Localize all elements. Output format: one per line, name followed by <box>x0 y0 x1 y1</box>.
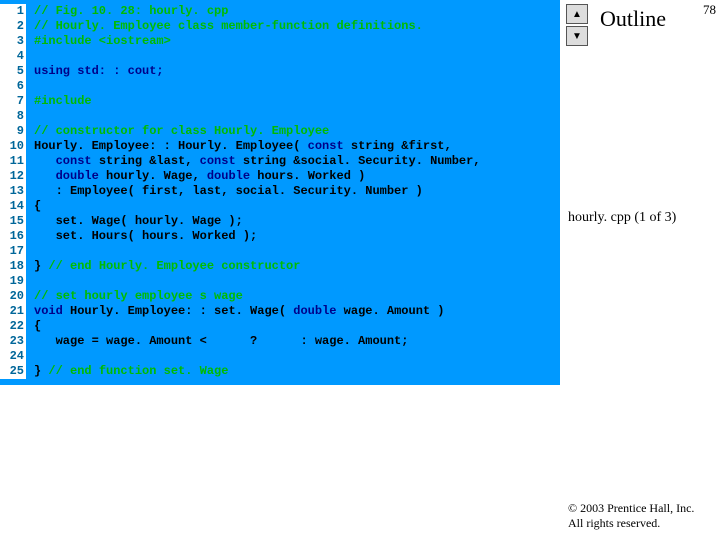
line-number: 22 <box>0 319 26 334</box>
copyright-line1: © 2003 Prentice Hall, Inc. <box>568 501 718 515</box>
code-content: wage = wage. Amount < ? : wage. Amount; <box>26 334 560 349</box>
code-line: 14{ <box>0 199 560 214</box>
outline-title: Outline <box>600 6 666 32</box>
code-content: // constructor for class Hourly. Employe… <box>26 124 560 139</box>
code-line: 3#include <iostream> <box>0 34 560 49</box>
code-content: // set hourly employee s wage <box>26 289 560 304</box>
line-number: 20 <box>0 289 26 304</box>
code-content: const string &last, const string &social… <box>26 154 560 169</box>
code-content: set. Wage( hourly. Wage ); <box>26 214 560 229</box>
line-number: 23 <box>0 334 26 349</box>
line-number: 11 <box>0 154 26 169</box>
code-line: 13 : Employee( first, last, social. Secu… <box>0 184 560 199</box>
code-content: Hourly. Employee: : Hourly. Employee( co… <box>26 139 560 154</box>
line-number: 19 <box>0 274 26 289</box>
line-number: 8 <box>0 109 26 124</box>
line-number: 6 <box>0 79 26 94</box>
line-number: 24 <box>0 349 26 364</box>
code-line: 20// set hourly employee s wage <box>0 289 560 304</box>
code-line: 25} // end function set. Wage <box>0 364 560 379</box>
code-content: double hourly. Wage, double hours. Worke… <box>26 169 560 184</box>
line-number: 16 <box>0 229 26 244</box>
line-number: 15 <box>0 214 26 229</box>
code-line: 10Hourly. Employee: : Hourly. Employee( … <box>0 139 560 154</box>
code-content: } // end Hourly. Employee constructor <box>26 259 560 274</box>
code-content: #include <box>26 94 560 109</box>
code-line: 5using std: : cout; <box>0 64 560 79</box>
line-number: 2 <box>0 19 26 34</box>
nav-arrows: ▲ ▼ <box>566 4 586 48</box>
code-line: 19 <box>0 274 560 289</box>
code-content: void Hourly. Employee: : set. Wage( doub… <box>26 304 560 319</box>
code-line: 24 <box>0 349 560 364</box>
code-content <box>26 349 560 364</box>
code-content <box>26 79 560 94</box>
code-line: 4 <box>0 49 560 64</box>
code-area: 1// Fig. 10. 28: hourly. cpp2// Hourly. … <box>0 0 560 385</box>
copyright: © 2003 Prentice Hall, Inc. All rights re… <box>568 501 718 530</box>
code-line: 15 set. Wage( hourly. Wage ); <box>0 214 560 229</box>
line-number: 14 <box>0 199 26 214</box>
nav-up-button[interactable]: ▲ <box>566 4 588 24</box>
line-number: 4 <box>0 49 26 64</box>
line-number: 25 <box>0 364 26 379</box>
line-number: 5 <box>0 64 26 79</box>
code-line: 18} // end Hourly. Employee constructor <box>0 259 560 274</box>
code-line: 12 double hourly. Wage, double hours. Wo… <box>0 169 560 184</box>
code-content: } // end function set. Wage <box>26 364 560 379</box>
nav-down-button[interactable]: ▼ <box>566 26 588 46</box>
code-content: set. Hours( hours. Worked ); <box>26 229 560 244</box>
line-number: 21 <box>0 304 26 319</box>
file-label: hourly. cpp (1 of 3) <box>568 210 718 226</box>
line-number: 17 <box>0 244 26 259</box>
line-number: 13 <box>0 184 26 199</box>
code-content: : Employee( first, last, social. Securit… <box>26 184 560 199</box>
line-number: 7 <box>0 94 26 109</box>
code-content: { <box>26 199 560 214</box>
code-line: 6 <box>0 79 560 94</box>
code-line: 9// constructor for class Hourly. Employ… <box>0 124 560 139</box>
code-line: 1// Fig. 10. 28: hourly. cpp <box>0 4 560 19</box>
code-line: 7#include <box>0 94 560 109</box>
code-content: { <box>26 319 560 334</box>
code-content: #include <iostream> <box>26 34 560 49</box>
code-content <box>26 109 560 124</box>
outline-panel: ▲ ▼ Outline 78 hourly. cpp (1 of 3) © 20… <box>560 0 720 540</box>
code-line: 8 <box>0 109 560 124</box>
code-line: 23 wage = wage. Amount < ? : wage. Amoun… <box>0 334 560 349</box>
line-number: 10 <box>0 139 26 154</box>
line-number: 1 <box>0 4 26 19</box>
code-line: 16 set. Hours( hours. Worked ); <box>0 229 560 244</box>
code-line: 2// Hourly. Employee class member-functi… <box>0 19 560 34</box>
line-number: 12 <box>0 169 26 184</box>
code-line: 22{ <box>0 319 560 334</box>
line-number: 9 <box>0 124 26 139</box>
code-line: 11 const string &last, const string &soc… <box>0 154 560 169</box>
code-line: 17 <box>0 244 560 259</box>
code-content <box>26 49 560 64</box>
code-content: // Hourly. Employee class member-functio… <box>26 19 560 34</box>
code-content <box>26 244 560 259</box>
line-number: 18 <box>0 259 26 274</box>
code-content <box>26 274 560 289</box>
code-line: 21void Hourly. Employee: : set. Wage( do… <box>0 304 560 319</box>
code-content: using std: : cout; <box>26 64 560 79</box>
code-content: // Fig. 10. 28: hourly. cpp <box>26 4 560 19</box>
copyright-line2: All rights reserved. <box>568 516 718 530</box>
page-number: 78 <box>703 2 716 18</box>
line-number: 3 <box>0 34 26 49</box>
